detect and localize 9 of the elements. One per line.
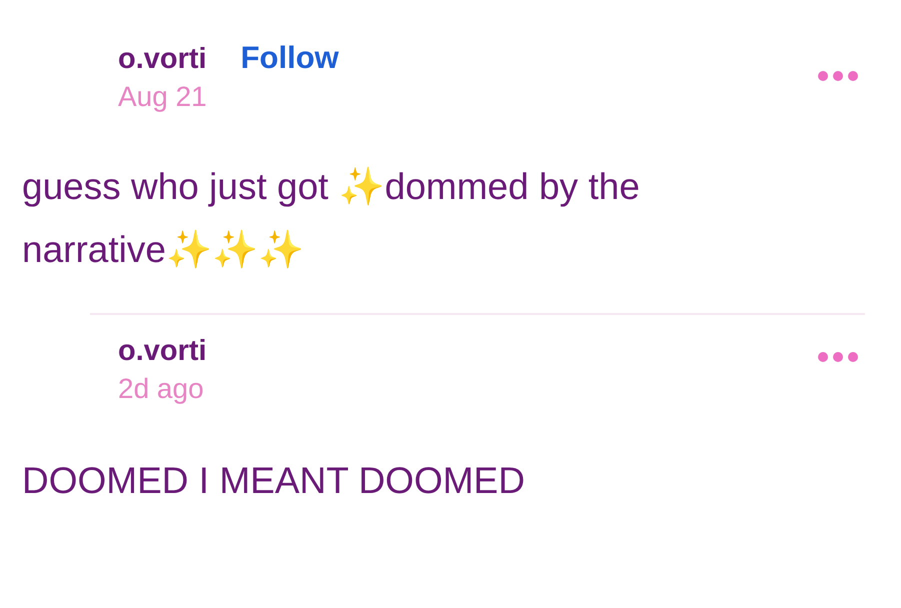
follow-link[interactable]: Follow (240, 40, 339, 76)
more-options-icon[interactable] (817, 70, 859, 82)
post-date: 2d ago (118, 372, 205, 406)
post-date: Aug 21 (118, 80, 208, 114)
more-options-icon[interactable] (817, 351, 859, 363)
username[interactable]: o.vorti (118, 41, 207, 77)
post-text: DOOMED I MEANT DOOMED (22, 459, 526, 503)
post-text: guess who just got ✨dommed by the narrative✨✨✨ (22, 165, 641, 272)
username[interactable]: o.vorti (118, 333, 207, 369)
